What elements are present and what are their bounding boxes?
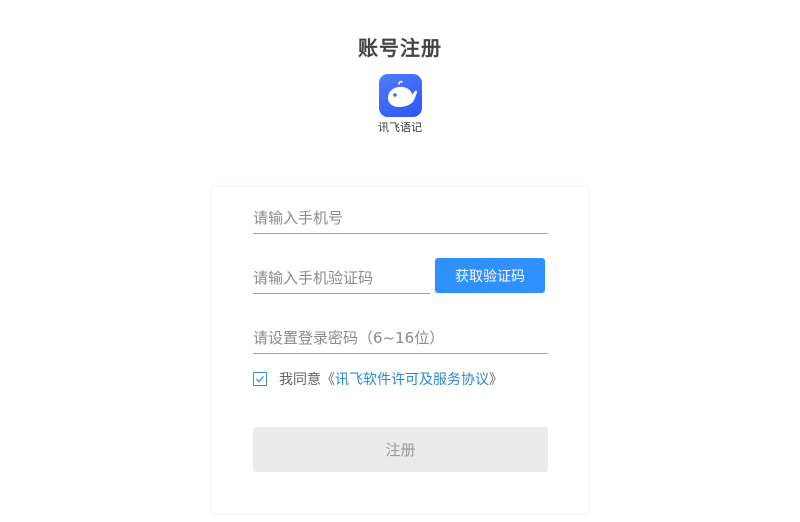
app-logo bbox=[379, 74, 422, 117]
register-page: 账号注册 讯飞语记 获取验证码 我同意《 讯飞软件许可及服务协议 》 注册 bbox=[0, 0, 800, 522]
register-card: 获取验证码 我同意《 讯飞软件许可及服务协议 》 注册 bbox=[212, 187, 588, 513]
password-input[interactable] bbox=[253, 322, 548, 354]
agreement-suffix: 》 bbox=[489, 372, 503, 388]
whale-icon bbox=[388, 80, 418, 107]
verification-code-input[interactable] bbox=[253, 262, 430, 294]
agreement-checkbox[interactable] bbox=[253, 372, 267, 386]
check-icon bbox=[256, 376, 264, 383]
agreement-link[interactable]: 讯飞软件许可及服务协议 bbox=[335, 369, 489, 389]
get-code-button[interactable]: 获取验证码 bbox=[435, 258, 545, 293]
app-name: 讯飞语记 bbox=[378, 121, 422, 134]
agreement-row: 我同意《 讯飞软件许可及服务协议 》 bbox=[253, 369, 503, 389]
page-title: 账号注册 bbox=[358, 36, 442, 60]
register-button[interactable]: 注册 bbox=[253, 427, 548, 472]
phone-input[interactable] bbox=[253, 202, 548, 234]
agreement-prefix: 我同意《 bbox=[279, 372, 335, 388]
